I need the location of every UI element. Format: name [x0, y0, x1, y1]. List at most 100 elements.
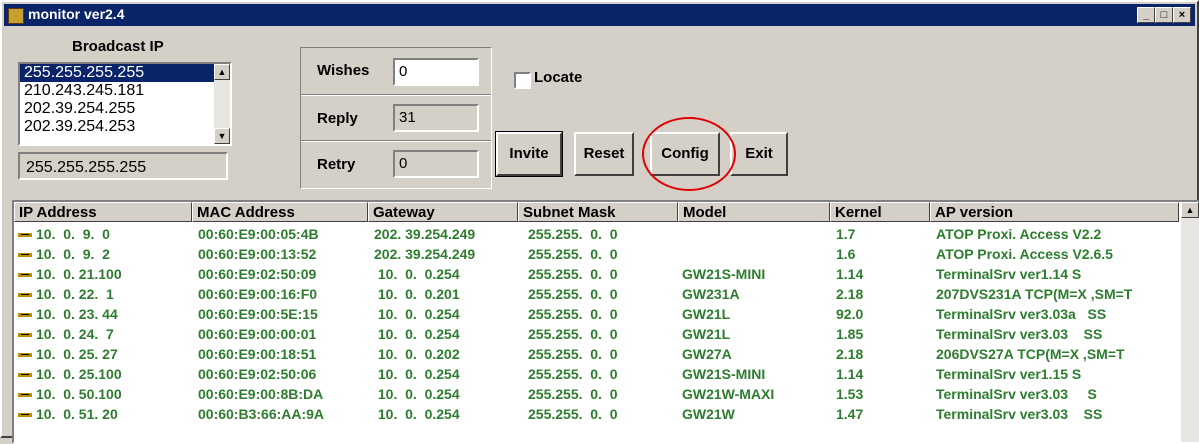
- table-scrollbar[interactable]: ▲: [1181, 202, 1199, 442]
- reset-button[interactable]: Reset: [574, 132, 634, 176]
- locate-checkbox[interactable]: [514, 72, 531, 89]
- column-header-gateway[interactable]: Gateway: [368, 202, 518, 222]
- cell-subnet: 255.255. 0. 0: [528, 246, 618, 262]
- table-row[interactable]: 10. 0. 24. 7 00:60:E9:00:00:01 10. 0. 0.2…: [14, 324, 1179, 344]
- cell-model: GW27A: [682, 346, 732, 362]
- cell-model: GW21L: [682, 306, 731, 322]
- cell-ip: 10. 0. 22. 1: [36, 286, 114, 302]
- cell-kernel: 92.0: [836, 306, 864, 322]
- table-header: IP Address MAC Address Gateway Subnet Ma…: [14, 202, 1179, 224]
- cell-gateway: 10. 0. 0.254: [374, 406, 460, 422]
- column-header-mac[interactable]: MAC Address: [192, 202, 368, 222]
- cell-mac: 00:60:E9:00:16:F0: [198, 286, 318, 302]
- cell-kernel: 1.6: [836, 246, 856, 262]
- cell-mac: 00:60:E9:02:50:06: [198, 366, 317, 382]
- cell-mac: 00:60:E9:00:00:01: [198, 326, 317, 342]
- broadcast-ip-list[interactable]: 255.255.255.255 210.243.245.181 202.39.2…: [18, 62, 232, 146]
- cell-mac: 00:60:E9:00:5E:15: [198, 306, 318, 322]
- cell-kernel: 1.14: [836, 366, 864, 382]
- cell-subnet: 255.255. 0. 0: [528, 406, 618, 422]
- scroll-up-icon[interactable]: ▲: [214, 64, 230, 80]
- table-row[interactable]: 10. 0. 51. 20 00:60:B3:66:AA:9A 10. 0. 0.…: [14, 404, 1179, 424]
- column-header-subnet[interactable]: Subnet Mask: [518, 202, 678, 222]
- cell-subnet: 255.255. 0. 0: [528, 286, 618, 302]
- cell-mac: 00:60:E9:00:13:52: [198, 246, 317, 262]
- retry-field: 0: [393, 150, 479, 178]
- app-icon: [8, 8, 24, 24]
- table-row[interactable]: 10. 0. 22. 1 00:60:E9:00:16:F0 10. 0. 0.2…: [14, 284, 1179, 304]
- cell-gateway: 10. 0. 0.202: [374, 346, 460, 362]
- cell-model: GW21L: [682, 326, 731, 342]
- cell-gateway: 10. 0. 0.254: [374, 306, 460, 322]
- cell-gateway: 202. 39.254.249: [374, 246, 476, 262]
- device-icon: [18, 333, 32, 337]
- cell-subnet: 255.255. 0. 0: [528, 366, 618, 382]
- scroll-down-icon[interactable]: ▼: [214, 128, 230, 144]
- title-bar[interactable]: monitor ver2.4 _ □ ×: [4, 4, 1195, 26]
- cell-gateway: 10. 0. 0.254: [374, 386, 460, 402]
- device-icon: [18, 293, 32, 297]
- device-icon: [18, 253, 32, 257]
- wishes-input[interactable]: 0: [393, 58, 479, 86]
- table-body: 10. 0. 9. 0 00:60:E9:00:05:4B 202. 39.254.…: [14, 224, 1179, 442]
- invite-button[interactable]: Invite: [495, 131, 563, 177]
- device-icon: [18, 413, 32, 417]
- cell-ip: 10. 0. 9. 0: [36, 226, 110, 242]
- cell-ap-version: TerminalSrv ver1.15 S: [936, 366, 1082, 382]
- cell-ap-version: 207DVS231A TCP(M=X ,SM=T: [936, 286, 1133, 302]
- list-item[interactable]: 202.39.254.253: [20, 118, 230, 136]
- cell-gateway: 10. 0. 0.254: [374, 366, 460, 382]
- exit-button[interactable]: Exit: [730, 132, 788, 176]
- cell-kernel: 1.53: [836, 386, 864, 402]
- cell-ip: 10. 0. 25.100: [36, 366, 122, 382]
- cell-mac: 00:60:E9:00:8B:DA: [198, 386, 324, 402]
- close-icon[interactable]: ×: [1173, 7, 1191, 23]
- cell-model: GW21W-MAXI: [682, 386, 775, 402]
- minimize-icon[interactable]: _: [1137, 7, 1155, 23]
- column-header-ap-version[interactable]: AP version: [930, 202, 1179, 222]
- cell-ap-version: TerminalSrv ver3.03 SS: [936, 406, 1103, 422]
- list-scrollbar[interactable]: ▲ ▼: [214, 64, 230, 144]
- list-item[interactable]: 210.243.245.181: [20, 82, 230, 100]
- device-icon: [18, 313, 32, 317]
- cell-subnet: 255.255. 0. 0: [528, 326, 618, 342]
- device-icon: [18, 233, 32, 237]
- device-table[interactable]: IP Address MAC Address Gateway Subnet Ma…: [12, 200, 1199, 444]
- cell-kernel: 2.18: [836, 346, 864, 362]
- cell-subnet: 255.255. 0. 0: [528, 306, 618, 322]
- scroll-up-icon[interactable]: ▲: [1181, 202, 1199, 218]
- cell-ap-version: TerminalSrv ver1.14 S: [936, 266, 1082, 282]
- list-item[interactable]: 202.39.254.255: [20, 100, 230, 118]
- table-row[interactable]: 10. 0. 9. 2 00:60:E9:00:13:52 202. 39.254.…: [14, 244, 1179, 264]
- broadcast-ip-label: Broadcast IP: [72, 38, 164, 55]
- column-header-ip[interactable]: IP Address: [14, 202, 192, 222]
- cell-gateway: 202. 39.254.249: [374, 226, 476, 242]
- cell-ip: 10. 0. 23. 44: [36, 306, 118, 322]
- cell-model: [682, 244, 832, 264]
- list-item[interactable]: 255.255.255.255: [20, 64, 230, 82]
- cell-ip: 10. 0. 25. 27: [36, 346, 118, 362]
- cell-ap-version: 206DVS27A TCP(M=X ,SM=T: [936, 346, 1125, 362]
- cell-kernel: 1.85: [836, 326, 864, 342]
- maximize-icon[interactable]: □: [1155, 7, 1173, 23]
- table-row[interactable]: 10. 0. 50.100 00:60:E9:00:8B:DA 10. 0. 0.…: [14, 384, 1179, 404]
- table-row[interactable]: 10. 0. 25.100 00:60:E9:02:50:06 10. 0. 0.…: [14, 364, 1179, 384]
- table-row[interactable]: 10. 0. 9. 0 00:60:E9:00:05:4B 202. 39.254.…: [14, 224, 1179, 244]
- table-row[interactable]: 10. 0. 21.100 00:60:E9:02:50:09 10. 0. 0.…: [14, 264, 1179, 284]
- column-header-kernel[interactable]: Kernel: [830, 202, 930, 222]
- device-icon: [18, 273, 32, 277]
- retry-label: Retry: [317, 156, 356, 173]
- table-row[interactable]: 10. 0. 25. 27 00:60:E9:00:18:51 10. 0. 0.…: [14, 344, 1179, 364]
- cell-ip: 10. 0. 51. 20: [36, 406, 118, 422]
- table-row[interactable]: 10. 0. 23. 44 00:60:E9:00:5E:15 10. 0. 0.…: [14, 304, 1179, 324]
- column-header-model[interactable]: Model: [678, 202, 830, 222]
- cell-subnet: 255.255. 0. 0: [528, 266, 618, 282]
- locate-label: Locate: [534, 69, 583, 86]
- reply-field: 31: [393, 104, 479, 132]
- device-icon: [18, 373, 32, 377]
- cell-ap-version: ATOP Proxi. Access V2.2: [936, 226, 1102, 242]
- counters-group: Wishes 0 Reply 31 Retry 0: [300, 47, 492, 189]
- cell-kernel: 1.47: [836, 406, 864, 422]
- cell-kernel: 2.18: [836, 286, 864, 302]
- window-title: monitor ver2.4: [28, 6, 125, 22]
